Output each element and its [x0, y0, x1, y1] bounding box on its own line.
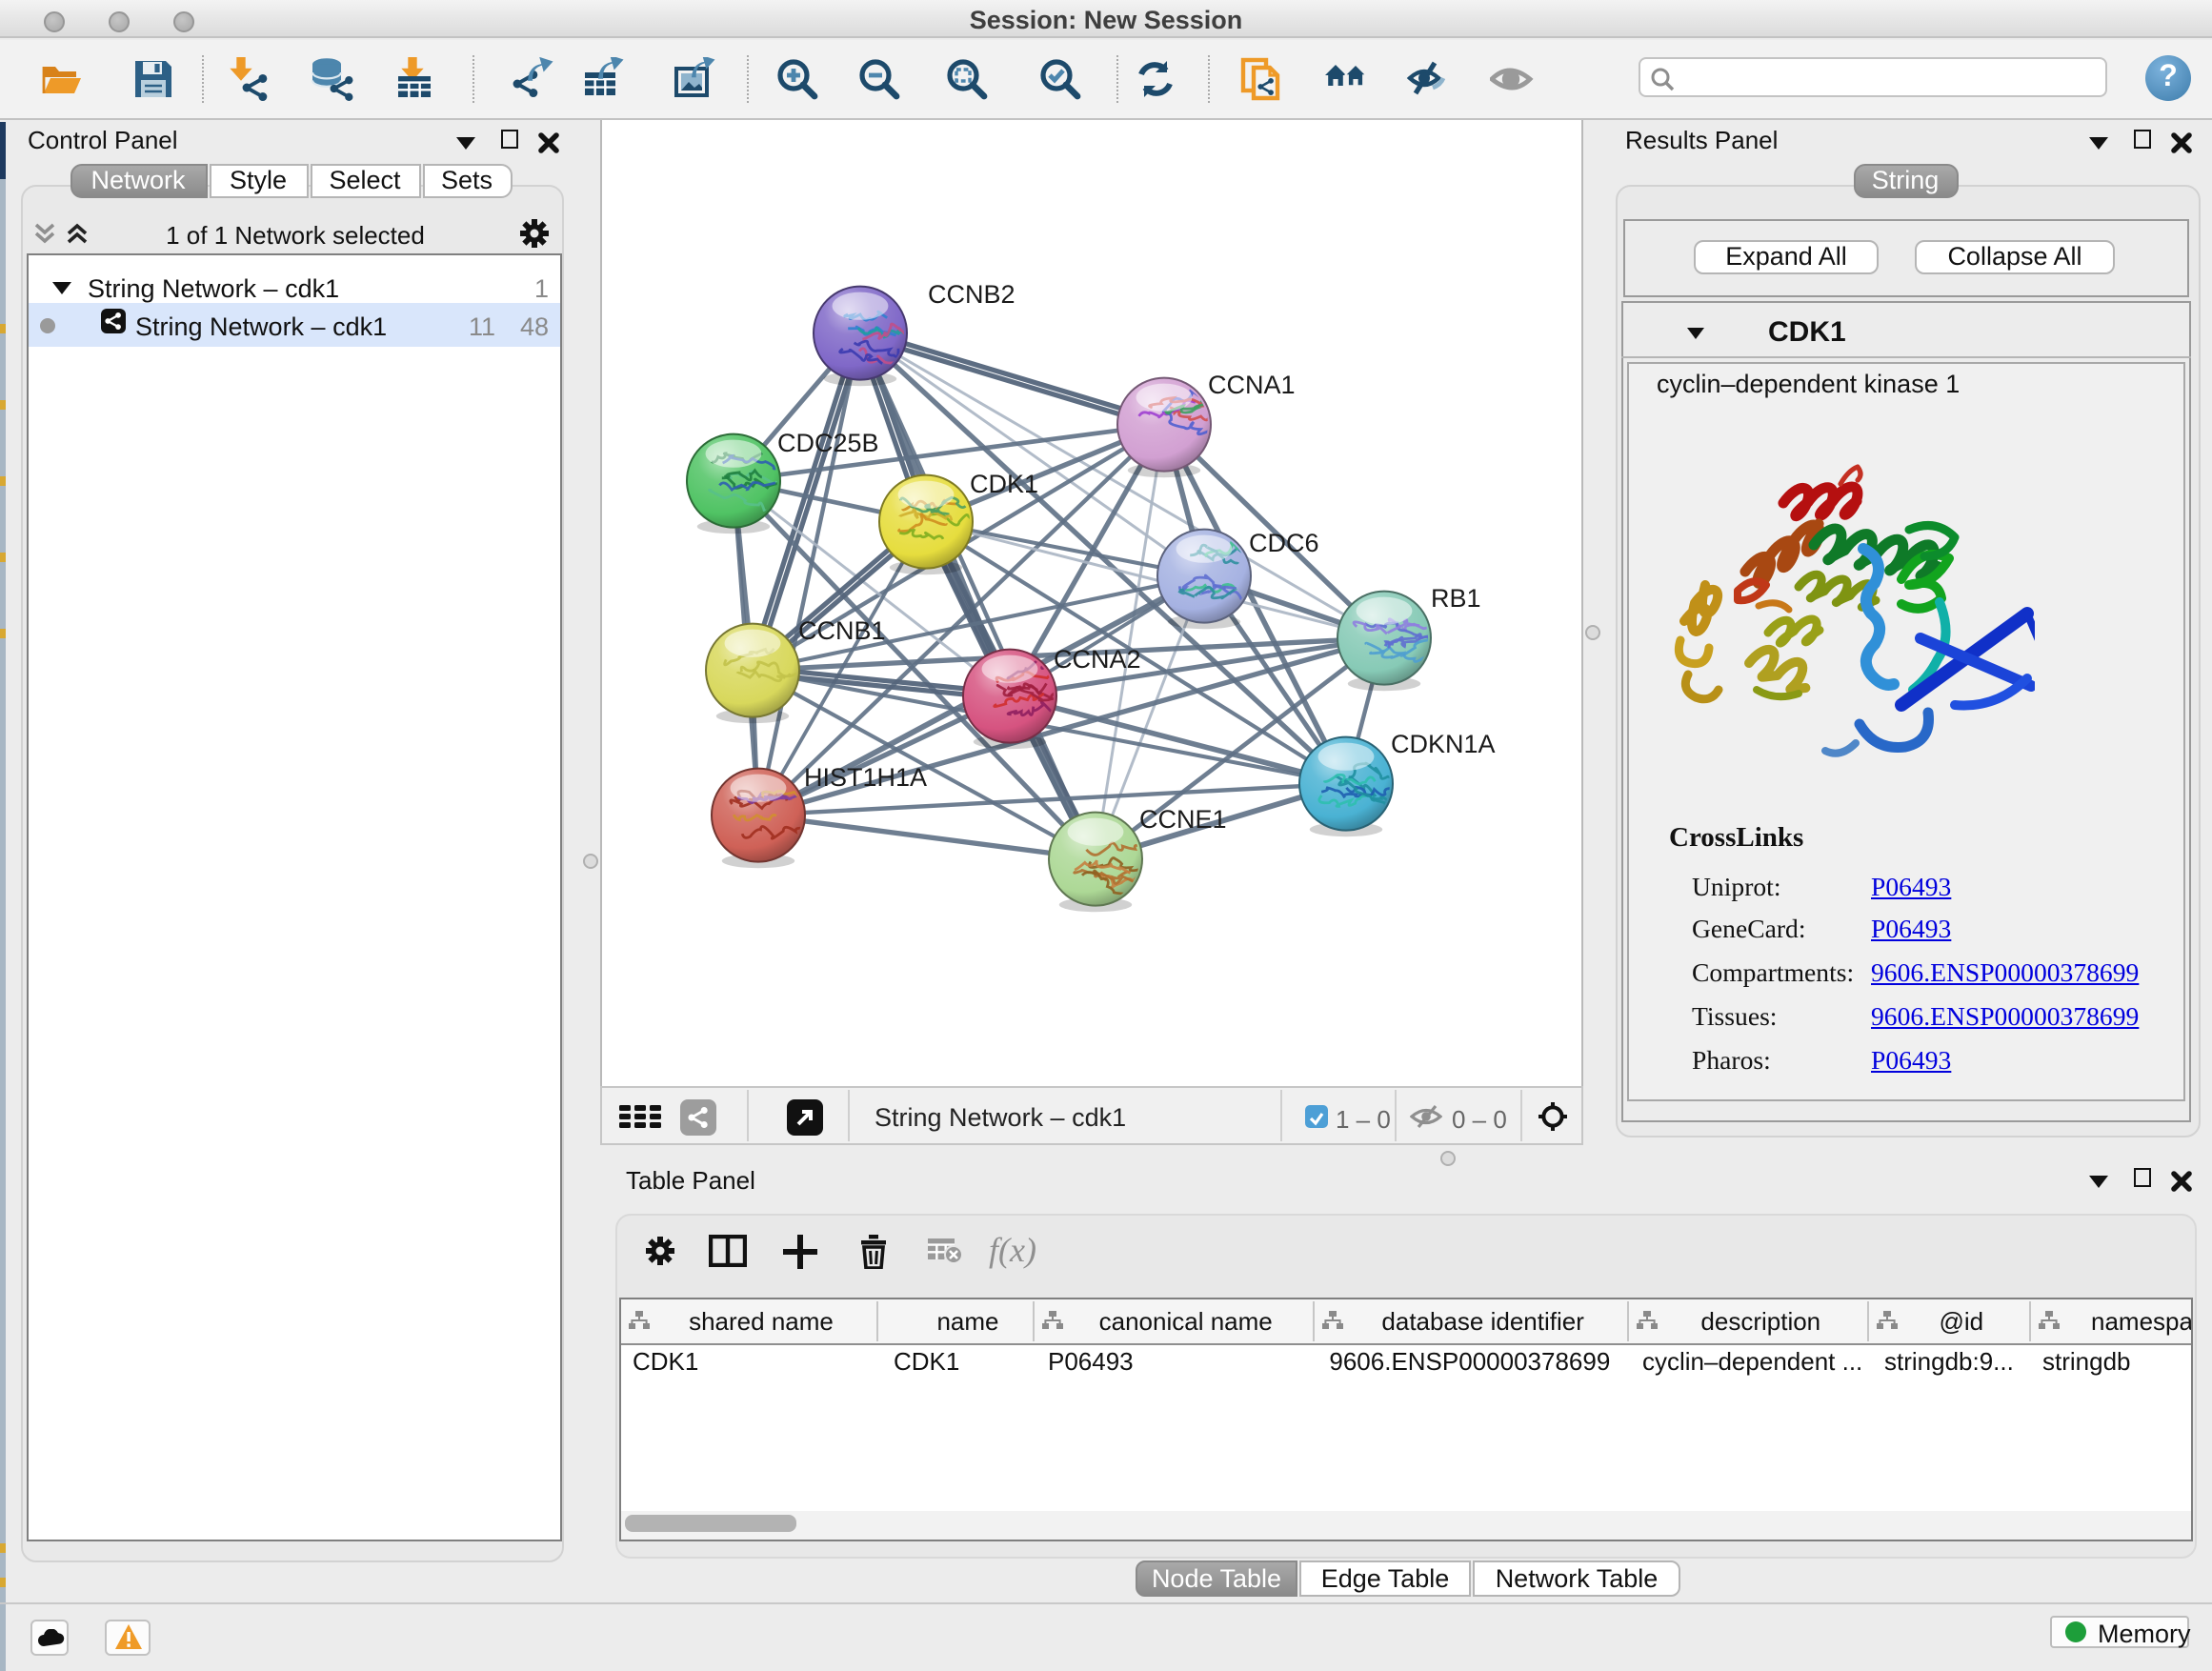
svg-text:HIST1H1A: HIST1H1A: [804, 763, 927, 792]
svg-text:CCNA1: CCNA1: [1208, 371, 1296, 399]
svg-text:CCNE1: CCNE1: [1139, 805, 1227, 834]
svg-text:CCNB1: CCNB1: [798, 616, 886, 645]
svg-text:RB1: RB1: [1431, 584, 1481, 613]
svg-text:CDC6: CDC6: [1249, 529, 1319, 557]
svg-text:CCNB2: CCNB2: [928, 280, 1016, 309]
svg-text:CCNA2: CCNA2: [1054, 645, 1141, 674]
svg-text:CDK1: CDK1: [970, 470, 1038, 498]
svg-text:CDKN1A: CDKN1A: [1391, 730, 1496, 758]
svg-text:CDC25B: CDC25B: [777, 429, 879, 457]
